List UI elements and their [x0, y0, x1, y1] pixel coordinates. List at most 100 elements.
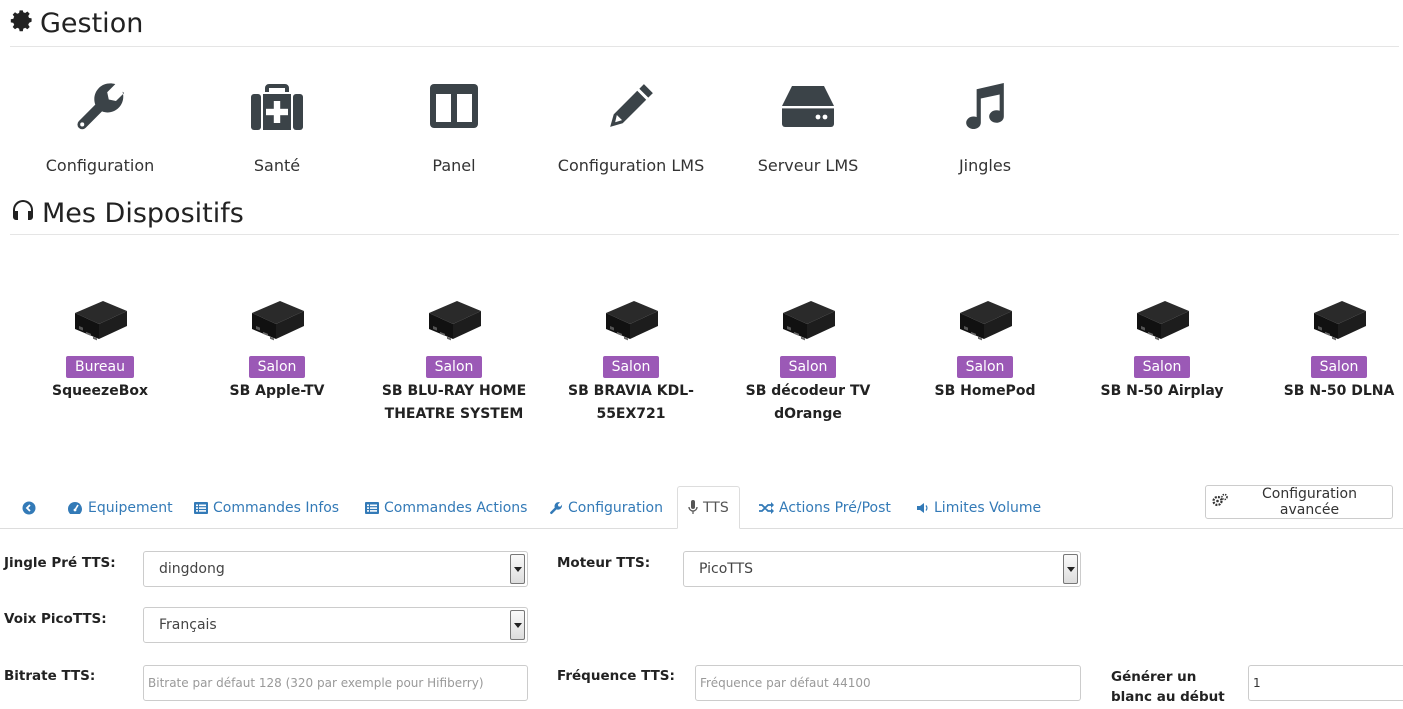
jingle-value: dingdong — [159, 561, 225, 577]
voice-select[interactable]: Français — [143, 607, 528, 643]
device-card[interactable]: Salon SB BRAVIA KDL-55EX721 — [546, 288, 716, 426]
room-badge: Salon — [1310, 356, 1368, 378]
device-name: SB décodeur TV dOrange — [745, 383, 871, 422]
room-badge: Salon — [1133, 356, 1191, 378]
engine-value: PicoTTS — [699, 561, 754, 577]
device-name: SB N-50 DLNA — [1283, 383, 1395, 399]
device-card[interactable]: Salon SB Apple-TV — [192, 288, 362, 403]
device-card[interactable]: Bureau SqueezeBox — [15, 288, 185, 403]
headphones-icon — [10, 198, 36, 229]
device-card[interactable]: Salon SB HomePod — [900, 288, 1070, 403]
wrench-icon — [15, 76, 185, 136]
engine-label: Moteur TTS: — [557, 555, 651, 571]
caret-down-icon — [510, 554, 525, 584]
pencil-icon — [546, 76, 716, 136]
management-lms-server-label: Serveur LMS — [757, 156, 859, 175]
frequency-label: Fréquence TTS: — [557, 668, 675, 684]
management-jingles-label: Jingles — [958, 156, 1012, 175]
management-configuration[interactable]: Configuration — [15, 76, 185, 175]
room-badge: Salon — [425, 356, 483, 378]
gear-icon — [10, 8, 34, 39]
device-card[interactable]: Salon SB décodeur TV dOrange — [723, 288, 893, 426]
squeezebox-device-icon — [900, 288, 1070, 350]
management-health-label: Santé — [253, 156, 301, 175]
gestion-header: Gestion — [10, 8, 143, 39]
list-alt-icon — [365, 501, 379, 514]
tab-label: Commandes Infos — [213, 499, 340, 516]
engine-select[interactable]: PicoTTS — [683, 551, 1081, 587]
squeezebox-device-icon — [192, 288, 362, 350]
device-name: SB BLU-RAY HOME THEATRE SYSTEM — [381, 383, 527, 422]
tab-label: Equipement — [88, 499, 173, 516]
room-badge: Bureau — [66, 356, 134, 378]
music-icon — [900, 76, 1070, 136]
device-card[interactable]: Salon SB N-50 Airplay — [1077, 288, 1247, 403]
advanced-config-button[interactable]: Configuration avancée — [1205, 485, 1393, 519]
hdd-icon — [723, 76, 893, 136]
random-icon — [759, 501, 774, 514]
medkit-icon — [192, 76, 362, 136]
tab-actions-pre-post[interactable]: Actions Pré/Post — [749, 486, 901, 529]
tachometer-icon — [67, 501, 83, 515]
divider — [10, 234, 1399, 235]
arrow-circle-left-icon — [22, 501, 36, 515]
room-badge: Salon — [956, 356, 1014, 378]
squeezebox-device-icon — [369, 288, 539, 350]
management-panel[interactable]: Panel — [369, 76, 539, 175]
room-badge: Salon — [602, 356, 660, 378]
cogs-icon — [1212, 493, 1228, 511]
tab-configuration[interactable]: Configuration — [539, 486, 673, 529]
tab-commandes-actions[interactable]: Commandes Actions — [355, 486, 537, 529]
wrench-icon — [549, 501, 563, 515]
blank-start-label: Générer un blanc au début — [1111, 669, 1225, 705]
room-badge: Salon — [779, 356, 837, 378]
squeezebox-device-icon — [546, 288, 716, 350]
squeezebox-device-icon — [723, 288, 893, 350]
columns-icon — [369, 76, 539, 136]
caret-down-icon — [510, 610, 525, 640]
management-lms-config-label: Configuration LMS — [557, 156, 705, 175]
tab-commandes-infos[interactable]: Commandes Infos — [184, 486, 349, 529]
advanced-config-label: Configuration avancée — [1262, 486, 1357, 518]
bitrate-input[interactable] — [143, 665, 528, 701]
gestion-title: Gestion — [40, 8, 144, 39]
devices-title: Mes Dispositifs — [42, 198, 244, 229]
squeezebox-device-icon — [1077, 288, 1247, 350]
voice-label: Voix PicoTTS: — [4, 611, 107, 627]
volume-icon — [917, 502, 929, 514]
management-lms-config[interactable]: Configuration LMS — [546, 76, 716, 175]
microphone-icon — [688, 500, 698, 515]
caret-down-icon — [1063, 554, 1078, 584]
blank-start-input[interactable] — [1248, 665, 1403, 701]
device-name: SB N-50 Airplay — [1100, 383, 1224, 399]
management-lms-server[interactable]: Serveur LMS — [723, 76, 893, 175]
jingle-label: Jingle Pré TTS: — [4, 555, 116, 571]
management-panel-label: Panel — [432, 156, 476, 175]
device-card[interactable]: Salon SB BLU-RAY HOME THEATRE SYSTEM — [369, 288, 539, 426]
management-configuration-label: Configuration — [45, 156, 155, 175]
divider — [10, 46, 1399, 47]
management-jingles[interactable]: Jingles — [900, 76, 1070, 175]
management-health[interactable]: Santé — [192, 76, 362, 175]
tab-equipement[interactable]: Equipement — [57, 486, 183, 529]
voice-value: Français — [159, 617, 217, 633]
bitrate-label: Bitrate TTS: — [4, 668, 96, 684]
tab-back[interactable] — [12, 486, 46, 529]
tab-limites-volume[interactable]: Limites Volume — [907, 486, 1051, 529]
devices-header: Mes Dispositifs — [10, 198, 244, 229]
room-badge: Salon — [248, 356, 306, 378]
device-name: SqueezeBox — [51, 383, 149, 399]
device-name: SB BRAVIA KDL-55EX721 — [568, 383, 694, 422]
frequency-input[interactable] — [695, 665, 1081, 701]
squeezebox-device-icon — [15, 288, 185, 350]
squeezebox-device-icon — [1254, 288, 1403, 350]
tab-label: Actions Pré/Post — [779, 499, 891, 516]
tab-tts[interactable]: TTS — [677, 486, 740, 529]
jingle-select[interactable]: dingdong — [143, 551, 528, 587]
device-card[interactable]: Salon SB N-50 DLNA — [1254, 288, 1403, 403]
tab-label: Configuration — [568, 499, 663, 516]
tab-label: Commandes Actions — [384, 499, 528, 516]
device-name: SB HomePod — [934, 383, 1036, 399]
tab-label: TTS — [703, 499, 729, 516]
device-name: SB Apple-TV — [229, 383, 325, 399]
